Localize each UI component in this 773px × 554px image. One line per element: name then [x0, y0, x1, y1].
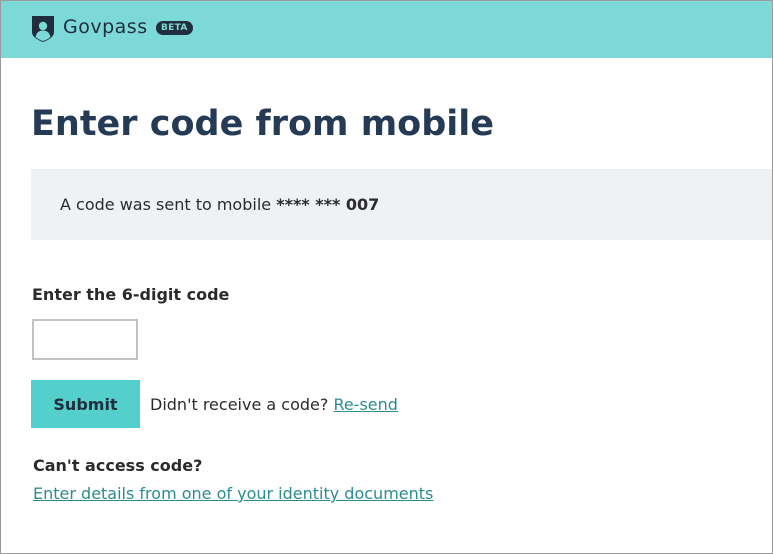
- cant-access-heading: Can't access code?: [33, 456, 203, 475]
- shield-person-icon: [32, 16, 54, 42]
- resend-prompt: Didn't receive a code?: [150, 395, 334, 414]
- masked-phone-number: **** *** 007: [276, 195, 380, 214]
- submit-button[interactable]: Submit: [31, 380, 140, 428]
- notice-text: A code was sent to mobile **** *** 007: [60, 195, 379, 215]
- resend-link[interactable]: Re-send: [333, 395, 398, 414]
- notice-prefix: A code was sent to mobile: [60, 195, 277, 214]
- beta-badge: BETA: [156, 21, 193, 35]
- identity-documents-link[interactable]: Enter details from one of your identity …: [33, 483, 433, 505]
- code-sent-notice: A code was sent to mobile **** *** 007: [31, 169, 773, 240]
- page-title: Enter code from mobile: [31, 104, 494, 144]
- code-input[interactable]: [32, 319, 138, 360]
- brand-name[interactable]: Govpass: [63, 15, 148, 39]
- code-field-label: Enter the 6-digit code: [32, 285, 230, 304]
- site-header: Govpass BETA: [0, 0, 773, 58]
- resend-line: Didn't receive a code? Re-send: [150, 394, 398, 416]
